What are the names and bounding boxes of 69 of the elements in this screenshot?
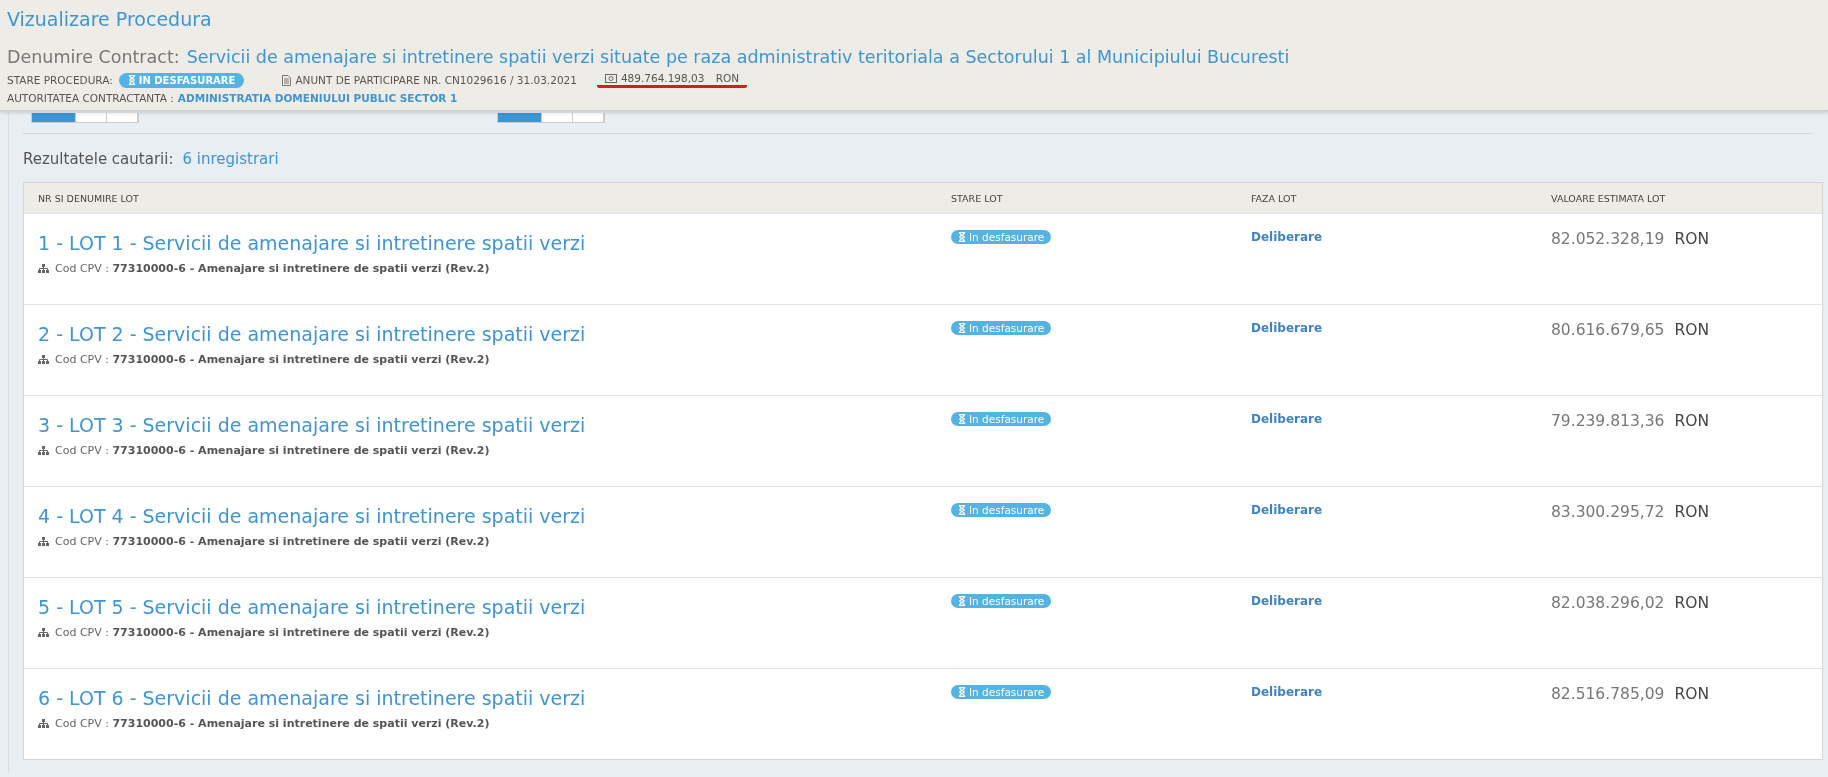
lot-title-link[interactable]: 2 - LOT 2 - Servicii de amenajare si intretinere spatii verzi <box>38 323 586 345</box>
authority-label: AUTORITATEA CONTRACTANTA : <box>7 92 174 104</box>
cpv-text: Cod CPV : 77310000-6 - Amenajare si intretinere de spatii verzi (Rev.2) <box>55 353 490 366</box>
value-currency: RON <box>715 72 740 84</box>
lot-title-link[interactable]: 5 - LOT 5 - Servicii de amenajare si intretinere spatii verzi <box>38 596 586 618</box>
lot-title-link[interactable]: 6 - LOT 6 - Servicii de amenajare si intretinere spatii verzi <box>38 687 586 709</box>
lot-currency: RON <box>1674 503 1709 521</box>
column-header: STARE LOT <box>951 192 1003 204</box>
lot-value: 80.616.679,65 <box>1551 321 1665 339</box>
contract-name: Servicii de amenajare si intretinere spatii verzi situate pe raza administrativ teritoriala a Sectorului 1 al Municipiului Bucuresti <box>186 47 1290 67</box>
cpv-text: Cod CPV : 77310000-6 - Amenajare si intretinere de spatii verzi (Rev.2) <box>55 717 490 730</box>
lot-currency: RON <box>1674 685 1709 703</box>
value-amount: 489.764.198,03 <box>620 72 705 84</box>
column-header: VALOARE ESTIMATA LOT <box>1551 192 1666 204</box>
page-title: Vizualizare Procedura <box>7 8 213 30</box>
status-label: STARE PROCEDURA: <box>7 74 113 86</box>
lot-currency: RON <box>1674 594 1709 612</box>
lot-phase: Deliberare <box>1251 230 1323 244</box>
cpv-text: Cod CPV : 77310000-6 - Amenajare si intretinere de spatii verzi (Rev.2) <box>55 444 490 457</box>
cpv-text: Cod CPV : 77310000-6 - Amenajare si intretinere de spatii verzi (Rev.2) <box>55 262 490 275</box>
lot-currency: RON <box>1674 321 1709 339</box>
lot-phase: Deliberare <box>1251 685 1323 699</box>
authority-name: ADMINISTRATIA DOMENIULUI PUBLIC SECTOR 1 <box>177 92 458 104</box>
hierarchy-icon <box>38 446 49 455</box>
hourglass-icon <box>958 596 966 606</box>
lot-status-text: In desfasurare <box>969 413 1045 425</box>
lot-currency: RON <box>1674 412 1709 430</box>
lot-title-link[interactable]: 3 - LOT 3 - Servicii de amenajare si intretinere spatii verzi <box>38 414 586 436</box>
lot-value: 82.038.296,02 <box>1551 594 1665 612</box>
hourglass-icon <box>958 505 966 515</box>
results-label: Rezultatele cautarii: <box>23 150 174 168</box>
hourglass-icon <box>127 75 136 85</box>
lot-value: 82.052.328,19 <box>1551 230 1665 248</box>
hierarchy-icon <box>38 264 49 273</box>
lot-status-text: In desfasurare <box>969 231 1045 243</box>
lot-status-text: In desfasurare <box>969 504 1045 516</box>
lot-phase: Deliberare <box>1251 503 1323 517</box>
lot-value: 83.300.295,72 <box>1551 503 1665 521</box>
banknote-icon <box>604 73 617 83</box>
lot-value: 79.239.813,36 <box>1551 412 1665 430</box>
hourglass-icon <box>958 687 966 697</box>
lot-title-link[interactable]: 1 - LOT 1 - Servicii de amenajare si intretinere spatii verzi <box>38 232 586 254</box>
lot-currency: RON <box>1674 230 1709 248</box>
cpv-text: Cod CPV : 77310000-6 - Amenajare si intretinere de spatii verzi (Rev.2) <box>55 626 490 639</box>
notice-number: ANUNT DE PARTICIPARE NR. CN1029616 / 31.03.2021 <box>295 74 577 86</box>
hierarchy-icon <box>38 719 49 728</box>
contract-label: Denumire Contract: <box>7 47 180 67</box>
lot-status-text: In desfasurare <box>969 595 1045 607</box>
hourglass-icon <box>958 414 966 424</box>
lot-phase: Deliberare <box>1251 594 1323 608</box>
lot-status-text: In desfasurare <box>969 322 1045 334</box>
hierarchy-icon <box>38 355 49 364</box>
cpv-text: Cod CPV : 77310000-6 - Amenajare si intretinere de spatii verzi (Rev.2) <box>55 535 490 548</box>
lot-title-link[interactable]: 4 - LOT 4 - Servicii de amenajare si intretinere spatii verzi <box>38 505 586 527</box>
view-toggle[interactable] <box>31 113 139 123</box>
hourglass-icon <box>958 232 966 242</box>
lot-status-text: In desfasurare <box>969 686 1045 698</box>
column-header: NR SI DENUMIRE LOT <box>38 192 139 204</box>
status-text: IN DESFASURARE <box>138 74 236 86</box>
view-toggle[interactable] <box>497 113 605 123</box>
lot-value: 82.516.785,09 <box>1551 685 1665 703</box>
lot-phase: Deliberare <box>1251 321 1323 335</box>
hierarchy-icon <box>38 628 49 637</box>
column-header: FAZA LOT <box>1251 192 1297 204</box>
hourglass-icon <box>958 323 966 333</box>
document-icon <box>282 74 292 86</box>
results-count: 6 inregistrari <box>182 150 279 168</box>
hierarchy-icon <box>38 537 49 546</box>
lot-phase: Deliberare <box>1251 412 1323 426</box>
